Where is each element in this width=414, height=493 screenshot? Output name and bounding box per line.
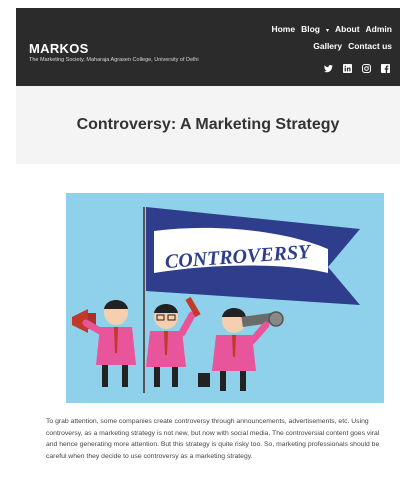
page-title: Controversy: A Marketing Strategy xyxy=(76,116,340,133)
title-band: Controversy: A Marketing Strategy xyxy=(16,86,400,164)
site-title[interactable]: MARKOS xyxy=(29,41,229,56)
chevron-down-icon[interactable]: ▾ xyxy=(326,28,329,34)
instagram-icon[interactable] xyxy=(362,64,371,73)
nav-about[interactable]: About xyxy=(335,24,360,34)
twitter-icon[interactable] xyxy=(324,64,333,73)
brand[interactable]: MARKOS The Marketing Society, Maharaja A… xyxy=(29,41,229,64)
site-header: MARKOS The Marketing Society, Maharaja A… xyxy=(16,8,400,86)
article-body: To grab attention, some companies create… xyxy=(46,416,386,462)
nav-blog-label[interactable]: Blog xyxy=(301,24,320,34)
social-links xyxy=(324,64,390,73)
nav-home[interactable]: Home xyxy=(271,24,295,34)
hero-image: CONTROVERSY xyxy=(66,193,384,403)
nav-admin[interactable]: Admin xyxy=(366,24,392,34)
facebook-icon[interactable] xyxy=(381,64,390,73)
article-paragraph: To grab attention, some companies create… xyxy=(46,418,380,460)
nav-gallery[interactable]: Gallery xyxy=(313,41,342,51)
nav-blog[interactable]: Blog ▾ xyxy=(301,24,329,34)
controversy-illustration: CONTROVERSY xyxy=(66,193,384,403)
linkedin-icon[interactable] xyxy=(343,64,352,73)
main-nav: Home Blog ▾ About Admin Gallery Contact us xyxy=(222,22,392,54)
site-subtitle: The Marketing Society, Maharaja Agrasen … xyxy=(29,57,199,63)
nav-contact[interactable]: Contact us xyxy=(348,41,392,51)
nav-row-1: Home Blog ▾ About Admin xyxy=(222,22,392,39)
nav-row-2: Gallery Contact us xyxy=(222,39,392,54)
